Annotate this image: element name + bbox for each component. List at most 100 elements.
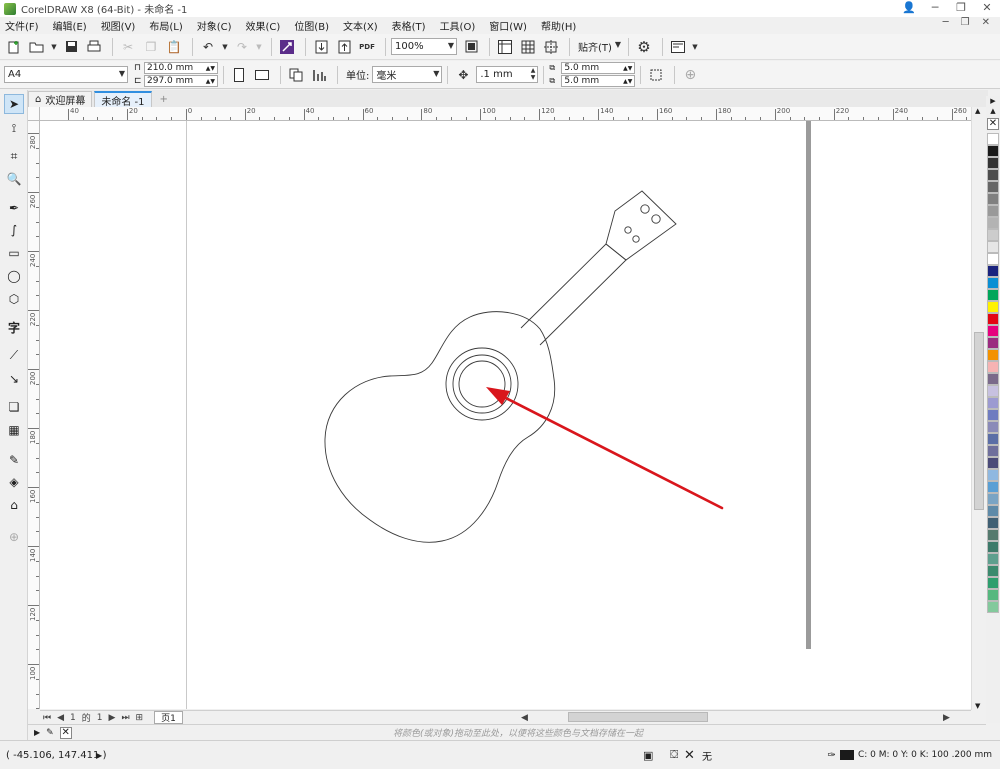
drawing-canvas[interactable] — [40, 121, 986, 709]
color-swatch[interactable] — [987, 373, 999, 385]
parallel-dimension-icon[interactable]: ⟋ — [4, 345, 24, 365]
open-folder-icon[interactable] — [27, 37, 47, 57]
paste-icon[interactable]: 📋 — [164, 37, 184, 57]
zoom-level-combo[interactable]: 100% ▼ — [391, 38, 457, 55]
doc-close-icon[interactable]: ✕ — [982, 17, 990, 28]
first-page-icon[interactable]: ⏮ — [43, 713, 51, 723]
show-grid-icon[interactable] — [518, 37, 538, 57]
menu-view[interactable]: 视图(V) — [101, 18, 136, 33]
menu-help[interactable]: 帮助(H) — [541, 18, 576, 33]
color-swatch[interactable] — [987, 397, 999, 409]
tuning-peg[interactable] — [624, 226, 632, 234]
import-icon[interactable] — [311, 37, 331, 57]
scroll-up-icon[interactable]: ▲ — [975, 107, 980, 115]
menu-layout[interactable]: 布局(L) — [149, 18, 182, 33]
guitar-headstock[interactable] — [605, 190, 677, 261]
cut-icon[interactable]: ✂ — [118, 37, 138, 57]
spinner-icon[interactable]: ▲▼ — [206, 78, 215, 85]
color-swatch[interactable] — [987, 541, 999, 553]
color-swatch[interactable] — [987, 457, 999, 469]
undo-dropdown-icon[interactable]: ▼ — [221, 37, 229, 57]
add-tool-plus-icon[interactable]: ⊕ — [4, 527, 24, 547]
menu-text[interactable]: 文本(X) — [343, 18, 378, 33]
new-tab-button[interactable]: + — [154, 91, 174, 107]
color-swatch[interactable] — [987, 385, 999, 397]
tuning-peg[interactable] — [651, 214, 661, 224]
color-swatch[interactable] — [987, 205, 999, 217]
redo-icon[interactable]: ↷ — [232, 37, 252, 57]
no-color-swatch[interactable]: ✕ — [59, 726, 72, 739]
color-swatch[interactable] — [987, 313, 999, 325]
all-pages-icon[interactable] — [286, 65, 306, 85]
menu-object[interactable]: 对象(C) — [197, 18, 232, 33]
color-swatch[interactable] — [987, 145, 999, 157]
print-icon[interactable] — [84, 37, 104, 57]
spinner-icon[interactable]: ▲▼ — [623, 78, 632, 85]
no-color-swatch[interactable]: ✕ — [987, 118, 999, 130]
fill-bucket-icon[interactable]: ⛋ — [670, 748, 678, 762]
user-icon[interactable]: 👤 — [896, 0, 922, 17]
color-swatch[interactable] — [987, 409, 999, 421]
zoom-tool-icon[interactable]: 🔍 — [4, 169, 24, 189]
interactive-fill-icon[interactable]: ◈ — [4, 472, 24, 492]
guitar-drawing[interactable] — [40, 121, 986, 709]
treat-as-filled-icon[interactable] — [646, 65, 666, 85]
smart-fill-icon[interactable]: ⌂ — [4, 495, 24, 515]
portrait-icon[interactable] — [229, 65, 249, 85]
menu-table[interactable]: 表格(T) — [392, 18, 426, 33]
ellipse-tool-icon[interactable]: ◯ — [4, 266, 24, 286]
units-combo[interactable]: 毫米 ▼ — [372, 66, 443, 83]
color-swatch[interactable] — [987, 181, 999, 193]
color-swatch[interactable] — [987, 169, 999, 181]
tuning-peg[interactable] — [640, 204, 650, 214]
copy-icon[interactable]: ❐ — [141, 37, 161, 57]
color-swatch[interactable] — [987, 289, 999, 301]
color-swatch[interactable] — [987, 577, 999, 589]
color-swatch[interactable] — [987, 349, 999, 361]
color-swatch[interactable] — [987, 217, 999, 229]
save-icon[interactable] — [61, 37, 81, 57]
snap-to-combo[interactable]: 贴齐(T) ▼ — [575, 38, 623, 55]
status-expand-icon[interactable]: ▶ — [96, 751, 102, 760]
search-content-icon[interactable] — [277, 37, 297, 57]
text-tool-icon[interactable]: 字 — [4, 317, 24, 337]
horizontal-ruler[interactable]: 40 20 0 20 40 60 80 100 120 140 160 180 200 220 240 260 — [40, 107, 986, 121]
vertical-scroll-thumb[interactable] — [974, 332, 984, 510]
new-document-icon[interactable] — [4, 37, 24, 57]
color-swatch[interactable] — [987, 337, 999, 349]
color-swatch[interactable] — [987, 445, 999, 457]
open-dropdown-icon[interactable]: ▼ — [50, 37, 58, 57]
tab-untitled-1[interactable]: 未命名 -1 — [94, 91, 152, 108]
color-swatch[interactable] — [987, 229, 999, 241]
menu-tools[interactable]: 工具(O) — [440, 18, 476, 33]
artistic-media-icon[interactable]: ∫ — [4, 220, 24, 240]
scroll-down-icon[interactable]: ▼ — [975, 702, 980, 710]
color-proof-icon[interactable]: ▣ — [643, 749, 653, 762]
color-swatch[interactable] — [987, 529, 999, 541]
color-swatch[interactable] — [987, 553, 999, 565]
palette-flyout-icon[interactable]: ▶ — [986, 96, 1000, 106]
page-height-input[interactable]: 297.0 mm ▲▼ — [144, 75, 218, 87]
color-swatch[interactable] — [987, 469, 999, 481]
close-button[interactable]: ✕ — [974, 0, 1000, 17]
spinner-icon[interactable]: ▲▼ — [531, 67, 536, 81]
minimize-button[interactable]: ─ — [922, 0, 948, 17]
launcher-dropdown-icon[interactable]: ▼ — [691, 37, 699, 57]
color-swatch[interactable] — [987, 517, 999, 529]
palette-play-icon[interactable]: ▶ — [34, 728, 40, 737]
prev-page-icon[interactable]: ◀ — [57, 713, 64, 723]
show-guidelines-icon[interactable] — [541, 37, 561, 57]
duplicate-x-input[interactable]: 5.0 mm ▲▼ — [561, 62, 636, 74]
paper-size-combo[interactable]: A4 ▼ — [4, 66, 128, 83]
color-swatch[interactable] — [987, 325, 999, 337]
vertical-scrollbar[interactable]: ▲ ▼ — [971, 107, 986, 710]
last-page-icon[interactable]: ⏭ — [121, 713, 129, 723]
doc-restore-icon[interactable]: ❐ — [961, 17, 970, 28]
transparency-icon[interactable]: ▦ — [4, 420, 24, 440]
menu-edit[interactable]: 编辑(E) — [53, 18, 87, 33]
pick-tool-icon[interactable]: ➤ — [4, 94, 24, 114]
current-page-icon[interactable] — [309, 65, 329, 85]
color-swatch[interactable] — [987, 241, 999, 253]
tuning-peg[interactable] — [632, 235, 640, 243]
rectangle-tool-icon[interactable]: ▭ — [4, 243, 24, 263]
